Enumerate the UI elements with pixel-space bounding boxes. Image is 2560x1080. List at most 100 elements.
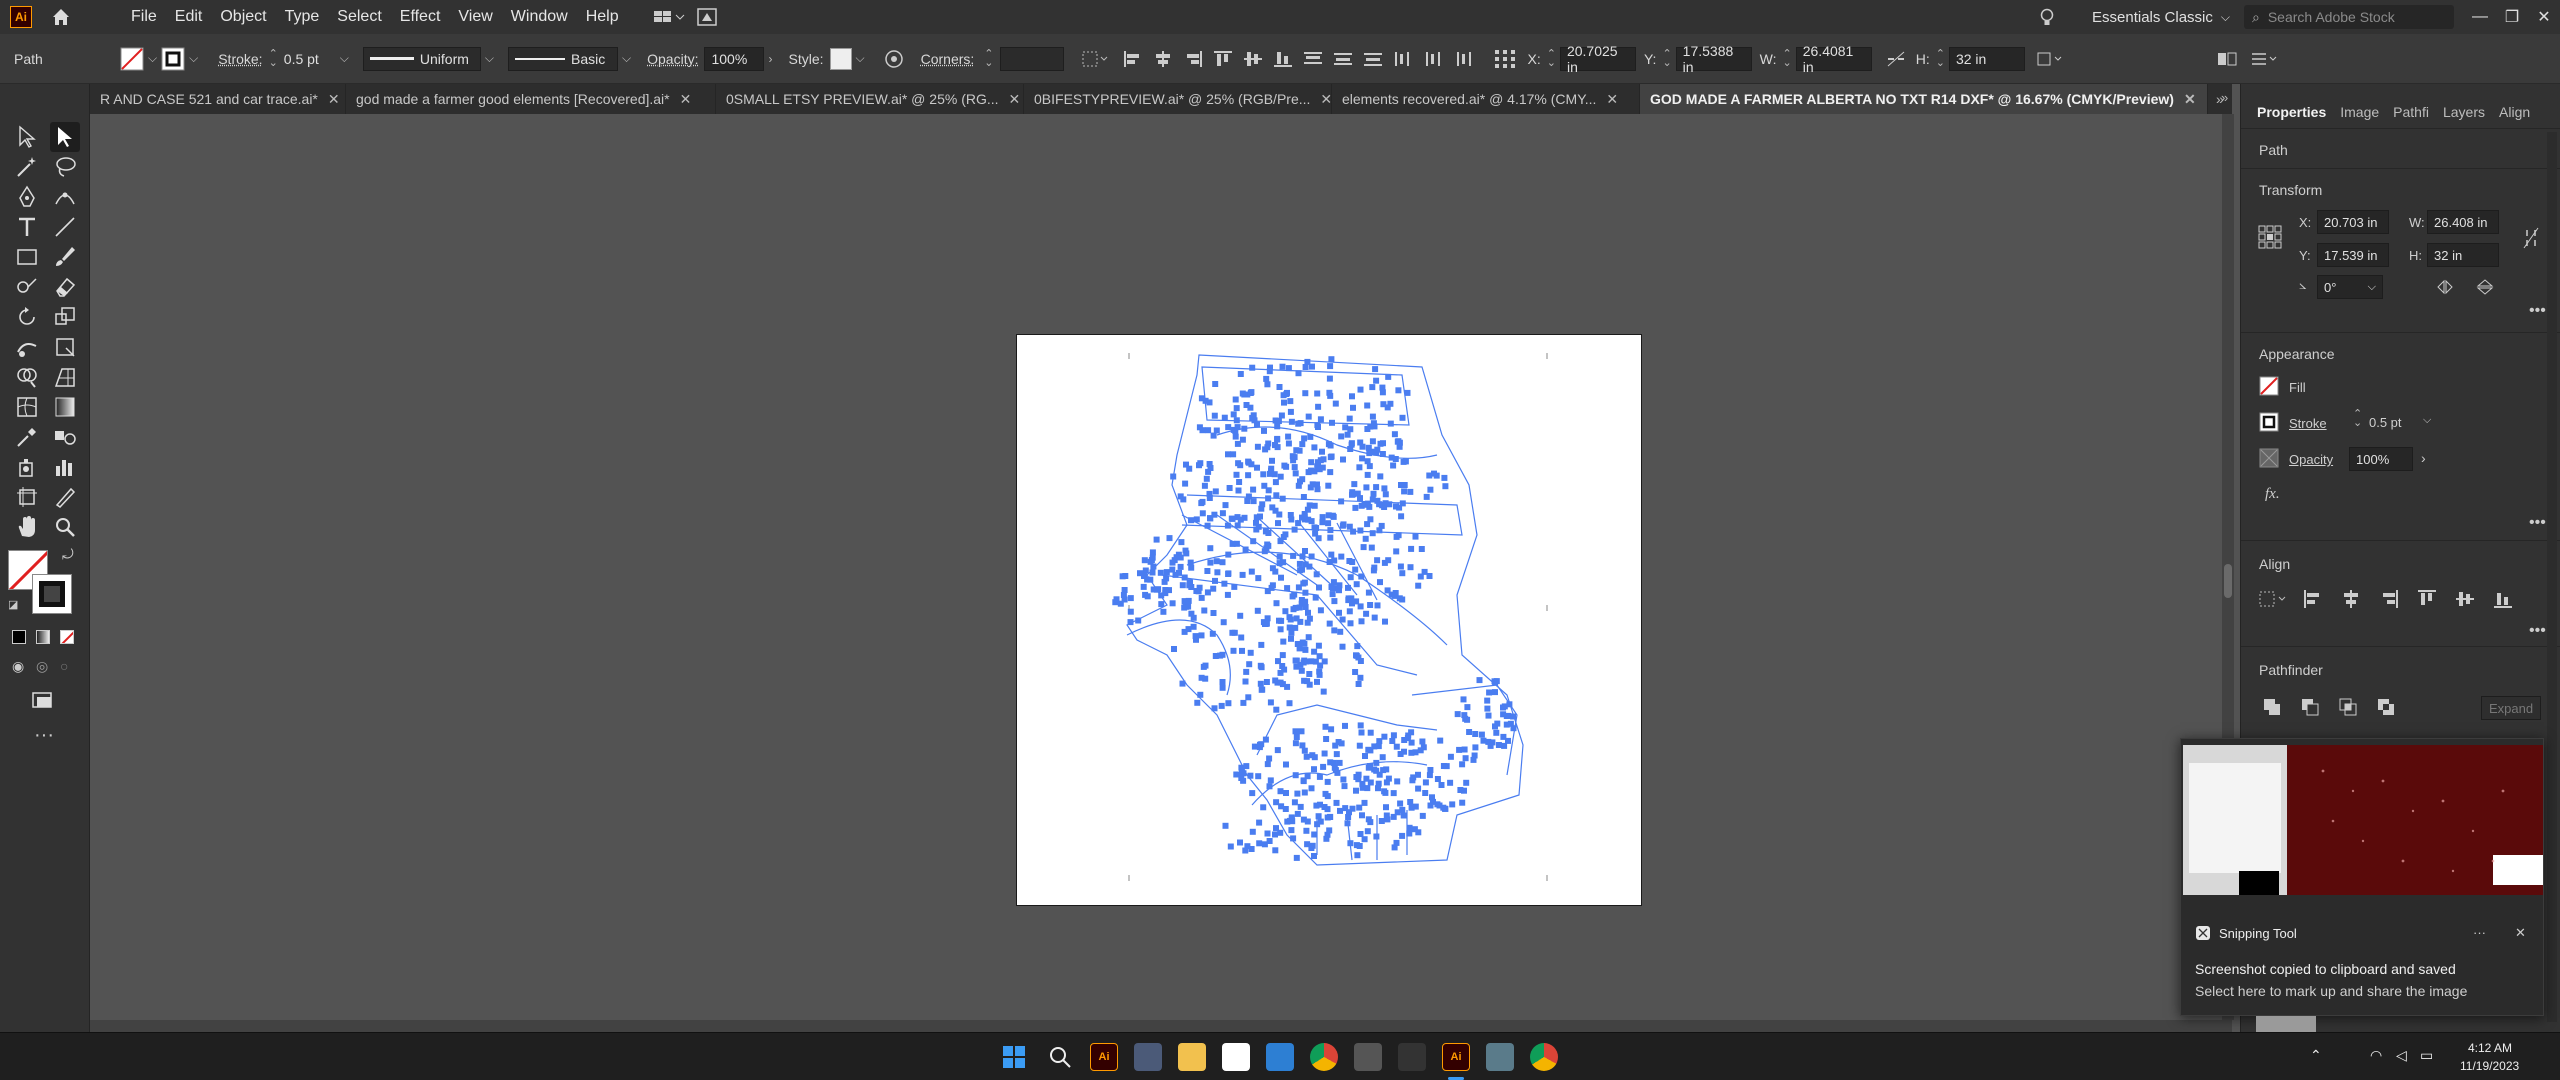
- anchor-point[interactable]: [1459, 800, 1465, 806]
- anchor-point[interactable]: [1284, 585, 1290, 591]
- anchor-point[interactable]: [1325, 806, 1331, 812]
- anchor-point[interactable]: [1396, 505, 1402, 511]
- x-position-input[interactable]: 20.7025 in: [1560, 47, 1636, 71]
- anchor-point[interactable]: [1435, 776, 1441, 782]
- chevron-down-icon[interactable]: ⌵: [622, 51, 631, 66]
- reference-point-icon[interactable]: [1492, 47, 1518, 71]
- anchor-point[interactable]: [1382, 619, 1388, 625]
- anchor-point[interactable]: [1197, 585, 1203, 591]
- default-fill-stroke-icon[interactable]: ◪: [8, 598, 18, 611]
- anchor-point[interactable]: [1472, 731, 1478, 737]
- anchor-point[interactable]: [1283, 790, 1289, 796]
- anchor-point[interactable]: [1304, 754, 1310, 760]
- anchor-point[interactable]: [1362, 836, 1368, 842]
- anchor-point[interactable]: [1212, 578, 1218, 584]
- anchor-point[interactable]: [1374, 557, 1380, 563]
- anchor-point[interactable]: [1326, 390, 1332, 396]
- anchor-point[interactable]: [1358, 831, 1364, 837]
- anchor-point[interactable]: [1234, 541, 1240, 547]
- anchor-point[interactable]: [1488, 743, 1494, 749]
- anchor-point[interactable]: [1395, 809, 1401, 815]
- anchor-point[interactable]: [1382, 790, 1388, 796]
- anchor-point[interactable]: [1303, 659, 1309, 665]
- anchor-point[interactable]: [1201, 664, 1207, 670]
- anchor-point[interactable]: [1255, 608, 1261, 614]
- anchor-point[interactable]: [1477, 677, 1483, 683]
- anchor-point[interactable]: [1260, 804, 1266, 810]
- anchor-point[interactable]: [1247, 773, 1253, 779]
- anchor-point[interactable]: [1314, 571, 1320, 577]
- anchor-point[interactable]: [1408, 546, 1414, 552]
- anchor-point[interactable]: [1298, 804, 1304, 810]
- photos-icon[interactable]: [1486, 1043, 1514, 1071]
- anchor-point[interactable]: [1422, 790, 1428, 796]
- anchor-point[interactable]: [1408, 750, 1414, 756]
- anchor-point[interactable]: [1322, 658, 1328, 664]
- anchor-point[interactable]: [1205, 589, 1211, 595]
- anchor-point[interactable]: [1240, 700, 1246, 706]
- anchor-point[interactable]: [1437, 738, 1443, 744]
- anchor-point[interactable]: [1225, 451, 1231, 457]
- anchor-point[interactable]: [1383, 804, 1389, 810]
- y-position-input[interactable]: 17.5388 in: [1676, 47, 1752, 71]
- anchor-point[interactable]: [1317, 802, 1323, 808]
- anchor-point[interactable]: [1280, 496, 1286, 502]
- anchor-point[interactable]: [1221, 619, 1227, 625]
- anchor-point[interactable]: [1359, 781, 1365, 787]
- close-tab-icon[interactable]: ✕: [328, 91, 340, 108]
- anchor-point[interactable]: [1363, 536, 1369, 542]
- anchor-point[interactable]: [1384, 779, 1390, 785]
- anchor-point[interactable]: [1426, 473, 1432, 479]
- anchor-point[interactable]: [1197, 424, 1203, 430]
- anchor-point[interactable]: [1207, 515, 1213, 521]
- anchor-point[interactable]: [1256, 820, 1262, 826]
- anchor-point[interactable]: [1327, 363, 1333, 369]
- wifi-icon[interactable]: ◠: [2370, 1047, 2382, 1064]
- more-options-icon[interactable]: ···: [2473, 925, 2486, 940]
- anchor-point[interactable]: [1199, 632, 1205, 638]
- anchor-point[interactable]: [1180, 582, 1186, 588]
- anchor-point[interactable]: [1141, 584, 1147, 590]
- anchor-point[interactable]: [1278, 788, 1284, 794]
- anchor-point[interactable]: [1314, 679, 1320, 685]
- anchor-point[interactable]: [1461, 788, 1467, 794]
- anchor-point[interactable]: [1292, 625, 1298, 631]
- pen-app-icon[interactable]: [1354, 1043, 1382, 1071]
- anchor-point[interactable]: [1338, 433, 1344, 439]
- anchor-point[interactable]: [1287, 818, 1293, 824]
- anchor-point[interactable]: [1461, 696, 1467, 702]
- anchor-point[interactable]: [1345, 820, 1351, 826]
- menu-edit[interactable]: Edit: [166, 8, 212, 26]
- anchor-point[interactable]: [1302, 790, 1308, 796]
- anchor-point[interactable]: [1370, 438, 1376, 444]
- anchor-point[interactable]: [1223, 502, 1229, 508]
- change-screen-mode-icon[interactable]: [30, 688, 56, 714]
- anchor-point[interactable]: [1210, 586, 1216, 592]
- exclude-icon[interactable]: [2375, 696, 2399, 718]
- anchor-point[interactable]: [1327, 527, 1333, 533]
- anchor-point[interactable]: [1448, 754, 1454, 760]
- anchor-point[interactable]: [1405, 735, 1411, 741]
- anchor-point[interactable]: [1173, 572, 1179, 578]
- anchor-point[interactable]: [1385, 557, 1391, 563]
- anchor-point[interactable]: [1385, 374, 1391, 380]
- anchor-point[interactable]: [1303, 828, 1309, 834]
- warp-tool-icon[interactable]: [14, 334, 40, 360]
- anchor-point[interactable]: [1231, 584, 1237, 590]
- anchor-point[interactable]: [1320, 465, 1326, 471]
- anchor-point[interactable]: [1164, 569, 1170, 575]
- anchor-point[interactable]: [1279, 413, 1285, 419]
- anchor-point[interactable]: [1309, 554, 1315, 560]
- anchor-point[interactable]: [1278, 474, 1284, 480]
- anchor-point[interactable]: [1268, 777, 1274, 783]
- anchor-point[interactable]: [1360, 444, 1366, 450]
- anchor-point[interactable]: [1380, 767, 1386, 773]
- anchor-point[interactable]: [1258, 663, 1264, 669]
- constrain-proportions-icon[interactable]: [1884, 49, 1908, 69]
- anchor-point[interactable]: [1288, 512, 1294, 518]
- anchor-point[interactable]: [1243, 679, 1249, 685]
- anchor-point[interactable]: [1182, 481, 1188, 487]
- anchor-point[interactable]: [1358, 574, 1364, 580]
- align-right-icon[interactable]: [2377, 588, 2401, 610]
- anchor-point[interactable]: [1268, 699, 1274, 705]
